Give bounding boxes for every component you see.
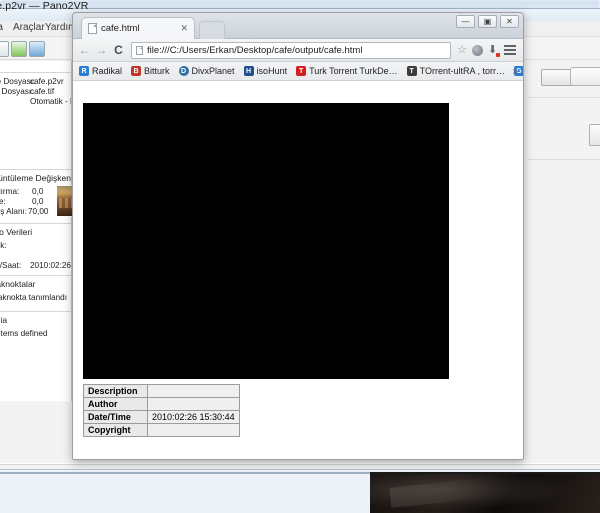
media-status-text: No items defined [0, 329, 48, 338]
chrome-browser-window: cafe.html ✕ — ▣ ✕ ← → C file:///C:/Users… [72, 12, 524, 460]
download-badge [496, 52, 500, 57]
radikal-icon: R [79, 66, 89, 76]
divider [0, 275, 71, 276]
panorama-viewer[interactable] [83, 103, 449, 379]
bookmark-isohunt[interactable]: H isoHunt [243, 66, 288, 76]
bookmark-radikal[interactable]: R Radikal [79, 66, 122, 76]
bookmark-label: isoHunt [256, 66, 288, 76]
bookmark-label: DivxPlanet [191, 66, 235, 76]
screen: cafe.p2vr — Pano2VR ra Araçlar Yardım d … [0, 0, 600, 513]
section-heading-view-parameters: Görüntüleme Değişkenleri [0, 173, 72, 183]
new-document-icon[interactable] [0, 41, 9, 57]
reload-button[interactable]: C [112, 44, 125, 56]
section-heading-pano-data: Pano Verileri [0, 227, 33, 237]
bookmark-label: Turk Torrent TurkDe… [309, 66, 398, 76]
value-project-file: cafe.p2vr [30, 77, 64, 86]
export-icon[interactable] [11, 41, 27, 57]
background-button[interactable] [589, 124, 600, 146]
label-pan: Kaydırma: [0, 187, 20, 196]
menu-item-ra[interactable]: ra [0, 22, 3, 33]
pano2vr-title: cafe.p2vr — Pano2VR [0, 0, 89, 12]
table-row: Author [83, 397, 240, 411]
bookmark-torrent-ultra[interactable]: T TOrrent-ultRA , torr… [406, 66, 505, 76]
section-heading-media: Media [0, 315, 8, 325]
metadata-key: Copyright [83, 423, 148, 437]
page-content: Description Author Date/Time 2010:02:26 … [73, 81, 523, 459]
page-icon [136, 45, 143, 55]
metadata-key: Description [83, 384, 148, 398]
close-icon[interactable]: ✕ [180, 24, 188, 33]
label-tilt: Eğme: [0, 197, 6, 206]
address-bar[interactable]: file:///C:/Users/Erkan/Desktop/cafe/outp… [131, 41, 452, 59]
divider [0, 169, 71, 170]
label-input-file: Girdi Dosyası: [0, 87, 34, 96]
metadata-key: Author [83, 397, 148, 411]
download-icon[interactable]: ⬇ [488, 44, 500, 57]
browser-toolbar: ← → C file:///C:/Users/Erkan/Desktop/caf… [73, 39, 523, 62]
value-pan: 0,0 [32, 187, 44, 196]
section-heading-hotspots: Sıcaknoktalar [0, 279, 36, 289]
value-tilt: 0,0 [32, 197, 44, 206]
metadata-value [147, 384, 240, 398]
metadata-key: Date/Time [83, 410, 148, 424]
background-field[interactable] [570, 67, 600, 86]
hamburger-menu-icon[interactable] [504, 45, 516, 55]
value-type: Otomatik - Eş [30, 97, 71, 106]
tab-cafe-html[interactable]: cafe.html ✕ [81, 17, 195, 39]
label-title: Başlık: [0, 241, 7, 250]
hotspot-status-text: Sıcaknokta tanımlandı [0, 293, 68, 302]
divider [0, 223, 71, 224]
table-row: Copyright [83, 423, 240, 437]
value-fov: 70,00 [28, 207, 49, 216]
divider [528, 97, 600, 98]
metadata-value [147, 397, 240, 411]
close-button[interactable]: ✕ [500, 15, 519, 28]
dark-photo-thumbnail[interactable] [370, 472, 600, 513]
divider [528, 159, 600, 160]
label-fov: Görüş Alanı: [0, 207, 28, 216]
table-row: Date/Time 2010:02:26 15:30:44 [83, 410, 240, 424]
divxplanet-icon: D [178, 66, 189, 76]
window-controls: — ▣ ✕ [456, 15, 519, 28]
toolbar-actions: ☆ ⬇ [457, 44, 518, 57]
bookmark-star-icon[interactable]: ☆ [457, 44, 467, 56]
bookmarks-bar: R Radikal B Bitturk D DivxPlanet H isoHu… [73, 62, 523, 81]
value-datetime: 2010:02:26 15:3 [30, 261, 71, 270]
page-icon [88, 23, 97, 34]
label-datetime: Tarih/Saat: [0, 261, 22, 270]
bookmark-label: Radikal [92, 66, 123, 76]
bookmark-turk-torrent[interactable]: T Turk Torrent TurkDe… [296, 66, 398, 76]
bookmark-label: Bitturk [144, 66, 170, 76]
metadata-value [147, 423, 240, 437]
metadata-table: Description Author Date/Time 2010:02:26 … [83, 384, 240, 437]
tab-strip: cafe.html ✕ — ▣ ✕ [73, 13, 523, 39]
extension-icon[interactable] [472, 44, 483, 56]
isohunt-icon: H [243, 66, 254, 76]
address-bar-url: file:///C:/Users/Erkan/Desktop/cafe/outp… [147, 44, 363, 56]
tab-title: cafe.html [101, 23, 140, 34]
maximize-button[interactable]: ▣ [478, 15, 497, 28]
pano2vr-properties-panel: d Proje Dosyası: cafe.p2vr Girdi Dosyası… [0, 61, 72, 401]
value-input-file: cafe.tif [30, 87, 55, 96]
menu-item-araclar[interactable]: Araçlar [13, 22, 45, 33]
metadata-value: 2010:02:26 15:30:44 [147, 410, 240, 424]
bookmark-bitturk[interactable]: B Bitturk [131, 66, 170, 76]
torrent-ultra-icon: T [406, 66, 417, 76]
new-tab-button[interactable] [199, 21, 225, 39]
bookmarks-overflow-icon[interactable]: » [512, 66, 518, 77]
turk-torrent-icon: T [296, 66, 307, 76]
save-icon[interactable] [29, 41, 45, 57]
table-row: Description [83, 384, 240, 398]
back-button[interactable]: ← [78, 44, 91, 56]
forward-button[interactable]: → [95, 44, 108, 56]
bitturk-icon: B [131, 66, 142, 76]
minimize-button[interactable]: — [456, 15, 475, 28]
divider [0, 311, 71, 312]
divider [0, 72, 71, 73]
bookmark-divxplanet[interactable]: D DivxPlanet [178, 66, 235, 76]
bookmark-label: TOrrent-ultRA , torr… [419, 66, 505, 76]
